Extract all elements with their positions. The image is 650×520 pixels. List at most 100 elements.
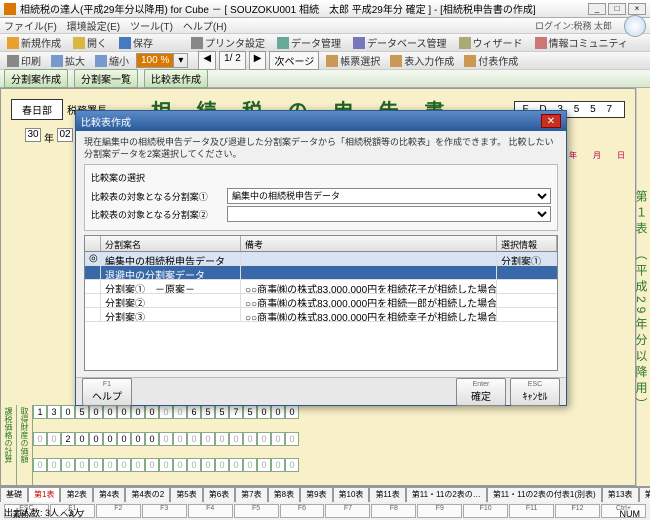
toolbar-split: 分割案作成 分割案一覧 比較表作成	[0, 70, 650, 88]
menu-help[interactable]: ヘルプ(H)	[183, 18, 227, 33]
fkey-F4[interactable]: F4	[188, 504, 233, 518]
ok-button[interactable]: Enter確定	[456, 378, 506, 406]
tab-1[interactable]: 第1表	[28, 487, 60, 502]
tab-6[interactable]: 第6表	[203, 487, 235, 502]
form-select-button[interactable]: 帳票選択	[323, 52, 383, 69]
date-cell[interactable]: 年	[43, 128, 55, 147]
tab-13[interactable]: 第11・11の2表の付表1(別表)	[487, 487, 602, 502]
tab-9[interactable]: 第9表	[300, 487, 332, 502]
community-button[interactable]: 情報コミュニティ	[532, 34, 631, 51]
dialog-titlebar[interactable]: 比較表作成 ✕	[76, 111, 566, 131]
compare-create-button[interactable]: 比較表作成	[144, 69, 208, 88]
sheet-tabs: 基礎第1表第2表第4表第4表の2第5表第6表第7表第8表第9表第10表第11表第…	[0, 486, 650, 502]
db-button[interactable]: データベース管理	[350, 34, 450, 51]
plan-row[interactable]: 分割案②○○商事㈱の株式83,000,000円を相続一郎が相続した場合	[85, 294, 557, 308]
zoom-out-button[interactable]: 縮小	[92, 52, 132, 69]
fkey-F5[interactable]: F5	[234, 504, 279, 518]
menu-bar: ファイル(F) 環境設定(E) ツール(T) ヘルプ(H) ログイン:税務 太郎	[0, 18, 650, 34]
tab-7[interactable]: 第7表	[235, 487, 267, 502]
col-sel: 選択情報	[497, 236, 557, 251]
new-button[interactable]: 新規作成	[4, 34, 64, 51]
tab-14[interactable]: 第13表	[602, 487, 639, 502]
toolbar-main: 新規作成 開く 保存 プリンタ設定 データ管理 データベース管理 ウィザード 情…	[0, 34, 650, 52]
menu-tool[interactable]: ツール(T)	[130, 18, 173, 33]
sel1-label: 比較表の対象となる分割案①	[91, 190, 221, 203]
status-num: NUM	[620, 509, 641, 519]
date-cell[interactable]: 02	[57, 128, 73, 142]
col-note: 備考	[241, 236, 497, 251]
login-label: ログイン:税務 太郎	[535, 19, 612, 32]
tab-3[interactable]: 第4表	[93, 487, 125, 502]
zoom-in-button[interactable]: 拡大	[48, 52, 88, 69]
tab-4[interactable]: 第4表の2	[125, 487, 170, 502]
make2-button[interactable]: 付表作成	[461, 52, 521, 69]
tab-10[interactable]: 第10表	[333, 487, 370, 502]
prev-page-button[interactable]: ◀	[198, 51, 216, 70]
cancel-button[interactable]: ESCｷｬﾝｾﾙ	[510, 378, 560, 406]
date-cell[interactable]: 30	[25, 128, 41, 142]
split-create-button[interactable]: 分割案作成	[4, 69, 68, 88]
fkey-F12[interactable]: F12	[555, 504, 600, 518]
print-button[interactable]: 印刷	[4, 52, 44, 69]
data-button[interactable]: データ管理	[274, 34, 344, 51]
tab-8[interactable]: 第8表	[268, 487, 300, 502]
next-page-label[interactable]: 次ページ	[269, 51, 319, 70]
tab-5[interactable]: 第5表	[170, 487, 202, 502]
fkey-F3[interactable]: F3	[142, 504, 187, 518]
selection-frame: 比較案の選択 比較表の対象となる分割案① 編集中の相続税申告データ 比較表の対象と…	[84, 164, 558, 231]
open-button[interactable]: 開く	[70, 34, 110, 51]
plans-grid[interactable]: 分割案名 備考 選択情報 ◎編集中の相続税申告データ分割案①退避中の分割案データ…	[84, 235, 558, 371]
dialog-message: 現在編集中の相続税申告データ及び退避した分割案データから「相続税額等の比較表」を…	[84, 137, 558, 160]
close-button[interactable]: ×	[628, 3, 646, 15]
tab-0[interactable]: 基礎	[0, 487, 28, 502]
frame-title: 比較案の選択	[91, 171, 551, 184]
next-page-button[interactable]: ▶	[249, 51, 267, 70]
tab-11[interactable]: 第11表	[369, 487, 405, 502]
fkey-bar: ESC業務ﾒ…F1ヘルプF2F3F4F5F6F7F8F9F10F11F12Ctr…	[0, 504, 650, 518]
dialog-footer: F1ヘルプ Enter確定 ESCｷｬﾝｾﾙ	[76, 377, 566, 405]
compare-dialog: 比較表作成 ✕ 現在編集中の相続税申告データ及び退避した分割案データから「相続税…	[75, 110, 567, 406]
sel1-combo[interactable]: 編集中の相続税申告データ	[227, 188, 551, 204]
tab-2[interactable]: 第2表	[60, 487, 92, 502]
side-title: 第１表 （平成29年分以降用）	[636, 88, 650, 486]
toolbar-view: 印刷 拡大 縮小 100 %▾ ◀ 1/ 2 ▶ 次ページ 帳票選択 表入力作成…	[0, 52, 650, 70]
menu-env[interactable]: 環境設定(E)	[67, 18, 120, 33]
maximize-button[interactable]: □	[608, 3, 626, 15]
fkey-F9[interactable]: F9	[417, 504, 462, 518]
sel2-label: 比較表の対象となる分割案②	[91, 208, 221, 221]
fkey-F8[interactable]: F8	[371, 504, 416, 518]
vlabel-2: 取得財産の価額	[17, 405, 33, 485]
split-list-button[interactable]: 分割案一覧	[74, 69, 138, 88]
help-button[interactable]: F1ヘルプ	[82, 378, 132, 406]
window-title: 相続税の達人(平成29年分以降用) for Cube － [ SOUZOKU00…	[20, 1, 536, 16]
fkey-F11[interactable]: F11	[509, 504, 554, 518]
fkey-F2[interactable]: F2	[96, 504, 141, 518]
app-icon	[4, 3, 16, 15]
zoom-select[interactable]: 100 %▾	[136, 53, 188, 68]
make1-button[interactable]: 表入力作成	[387, 52, 457, 69]
window-titlebar: 相続税の達人(平成29年分以降用) for Cube － [ SOUZOKU00…	[0, 0, 650, 18]
vlabel-1: 課税価格の計算	[1, 405, 17, 485]
save-button[interactable]: 保存	[116, 34, 156, 51]
dialog-close-button[interactable]: ✕	[541, 114, 561, 128]
menu-file[interactable]: ファイル(F)	[4, 18, 57, 33]
minimize-button[interactable]: _	[588, 3, 606, 15]
fkey-F7[interactable]: F7	[325, 504, 370, 518]
fkey-F10[interactable]: F10	[463, 504, 508, 518]
plan-row[interactable]: 分割案① －原案－○○商事㈱の株式83,000,000円を相続花子が相続した場合	[85, 280, 557, 294]
printer-button[interactable]: プリンタ設定	[188, 34, 268, 51]
calc-grid: 課税価格の計算 取得財産の価額 130500000006557500000200…	[1, 405, 635, 485]
plan-row[interactable]: 分割案③○○商事㈱の株式83,000,000円を相続幸子が相続した場合	[85, 308, 557, 322]
tab-12[interactable]: 第11・11の2表の…	[406, 487, 487, 502]
plan-row[interactable]: 退避中の分割案データ	[85, 266, 557, 280]
dialog-title: 比較表作成	[81, 114, 131, 129]
plan-row[interactable]: ◎編集中の相続税申告データ分割案①	[85, 252, 557, 266]
fkey-F6[interactable]: F6	[280, 504, 325, 518]
col-name: 分割案名	[101, 236, 241, 251]
tab-15[interactable]: 第14表	[639, 487, 650, 502]
tax-office[interactable]: 春日部	[11, 99, 63, 120]
sel2-combo[interactable]	[227, 206, 551, 222]
wizard-button[interactable]: ウィザード	[456, 34, 526, 51]
page-indicator: 1/ 2	[219, 51, 246, 70]
status-left: 出力人数: 3人／3人	[4, 506, 82, 519]
